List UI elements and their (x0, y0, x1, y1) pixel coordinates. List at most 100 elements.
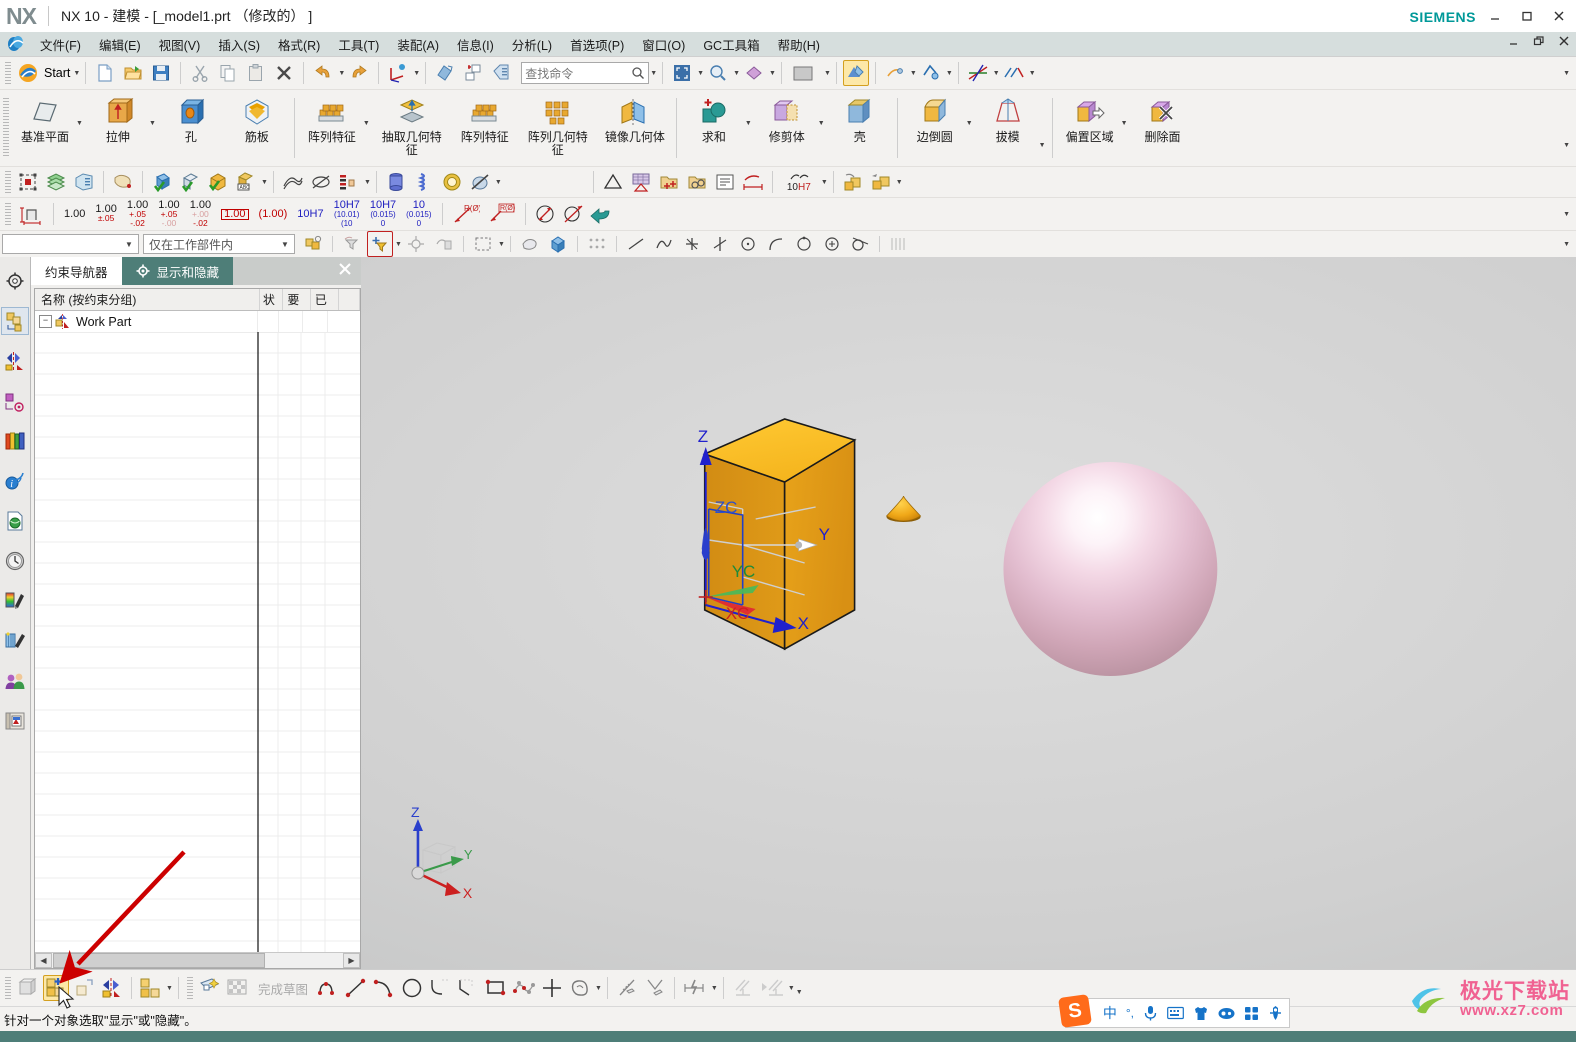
menu-preferences[interactable]: 首选项(P) (561, 33, 633, 56)
tol-reference[interactable]: (1.00) (259, 201, 288, 227)
menu-insert[interactable]: 插入(S) (209, 33, 269, 56)
move-to-layer-icon[interactable] (488, 60, 514, 86)
toolbar-grip[interactable] (5, 62, 11, 84)
datum-csys-icon[interactable] (965, 60, 991, 86)
blend-chevron-down-icon[interactable]: ▼ (966, 120, 973, 127)
menu-edit[interactable]: 编辑(E) (90, 33, 150, 56)
layer-category-icon[interactable] (71, 169, 97, 195)
type-filter-chevron-down-icon[interactable]: ▼ (122, 240, 136, 249)
resource-process-studio[interactable] (1, 707, 29, 735)
resource-library[interactable] (1, 427, 29, 455)
ribbon-mirror-geometry[interactable]: 镜像几何体 (600, 91, 670, 166)
doc-minimize-button[interactable] (1508, 35, 1520, 47)
tol-bilateral-3[interactable]: 1.00 +.00 -.02 (190, 199, 211, 227)
offset-chevron-down-icon[interactable]: ▼ (1121, 120, 1128, 127)
object-display-icon[interactable] (432, 60, 458, 86)
tol-fit-limits-3[interactable]: 10 (0.015) 0 (406, 199, 431, 228)
tangent-point-icon[interactable] (847, 231, 873, 257)
objname-chevron-down-icon[interactable]: ▼ (261, 179, 268, 186)
ribbon-edge-blend[interactable]: 边倒圆 (904, 91, 966, 166)
extrude-chevron-down-icon[interactable]: ▼ (149, 120, 156, 127)
spring-icon[interactable] (411, 169, 437, 195)
sketch-chamfer-icon[interactable] (455, 975, 481, 1001)
rect-select-icon[interactable] (470, 231, 496, 257)
text-note-icon[interactable] (712, 169, 738, 195)
search-command-box[interactable]: 查找命令 (521, 62, 650, 84)
ribbon-pattern-feature-2[interactable]: 阵列特征 (454, 91, 516, 166)
display-mode-icon[interactable] (15, 975, 41, 1001)
ime-emoji-icon[interactable] (1218, 1007, 1235, 1020)
spline-tool-icon[interactable] (651, 231, 677, 257)
radius-leader-2-icon[interactable]: R(Ø) (485, 201, 519, 227)
snap-move-icon[interactable] (403, 231, 429, 257)
tolerance-grip[interactable] (5, 203, 11, 225)
color-chevron-down-icon[interactable]: ▼ (364, 179, 371, 186)
menu-format[interactable]: 格式(R) (269, 33, 329, 56)
ribbon-hole[interactable]: 孔 (160, 91, 222, 166)
sketch-rectangle-icon[interactable] (483, 975, 509, 1001)
paste-icon[interactable] (243, 60, 269, 86)
search-input[interactable]: 查找命令 (525, 65, 631, 82)
ribbon-overflow-icon[interactable]: ▼ (1563, 142, 1570, 149)
start-menu-icon[interactable] (15, 60, 41, 86)
ribbon-draft[interactable]: 拔模 (977, 91, 1039, 166)
wcs-orient-icon[interactable] (385, 60, 411, 86)
hide-body-icon[interactable] (177, 169, 203, 195)
resource-part-navigator[interactable] (1, 347, 29, 375)
analysis-chevron-down-icon[interactable]: ▼ (946, 70, 953, 77)
minimize-button[interactable] (1486, 7, 1504, 25)
tol-sym[interactable]: 1.00 ±.05 (95, 201, 116, 227)
triangle-icon[interactable] (600, 169, 626, 195)
col-done[interactable]: 已 (311, 289, 340, 310)
maximize-button[interactable] (1518, 7, 1536, 25)
sketch-point-icon[interactable] (539, 975, 565, 1001)
expr-chevron-down-icon[interactable]: ▼ (1029, 70, 1036, 77)
constraint-chevron-down-icon[interactable]: ▼ (788, 985, 795, 992)
quick-trim-icon[interactable] (614, 975, 640, 1001)
draft-group-overflow-icon[interactable]: ▼ (1039, 142, 1046, 149)
trim-chevron-down-icon[interactable]: ▼ (818, 120, 825, 127)
wcs-chevron-down-icon[interactable]: ▼ (413, 70, 420, 77)
tol-bilateral-1[interactable]: 1.00 +.05 -.02 (127, 199, 148, 227)
quick-extend-icon[interactable] (642, 975, 668, 1001)
col-name[interactable]: 名称 (按约束分组) (35, 289, 260, 310)
move-component-icon[interactable] (868, 169, 894, 195)
close-panel-button[interactable] (337, 261, 353, 277)
pattern-chevron-down-icon[interactable]: ▼ (363, 120, 370, 127)
sketch-tools-grip[interactable] (186, 977, 193, 999)
sketch-spline-icon[interactable] (511, 975, 537, 1001)
layer-stack-icon[interactable] (43, 169, 69, 195)
new-file-icon[interactable] (92, 60, 118, 86)
type-filter-select[interactable]: ▼ (2, 234, 139, 254)
ime-skin-icon[interactable] (1193, 1006, 1209, 1021)
pmi-dimension-icon[interactable] (15, 201, 47, 227)
ime-apps-icon[interactable] (1244, 1006, 1259, 1021)
showall-chevron-down-icon[interactable]: ▼ (166, 985, 173, 992)
circle-tool-icon[interactable] (735, 231, 761, 257)
diameter-dim-2-icon[interactable] (560, 201, 586, 227)
scope-filter-select[interactable]: 仅在工作部件内 ▼ (143, 234, 295, 254)
ribbon-rib[interactable]: 筋板 (226, 91, 288, 166)
sketchbar-overflow-icon[interactable]: ▼ (796, 981, 803, 996)
assembly-chevron-down-icon[interactable]: ▼ (896, 179, 903, 186)
point-tool-icon[interactable] (679, 231, 705, 257)
diameter-dim-1-icon[interactable] (532, 201, 558, 227)
tolfeature-chevron-down-icon[interactable]: ▼ (821, 179, 828, 186)
reverse-show-hide-icon[interactable] (99, 975, 125, 1001)
ribbon-grip[interactable] (3, 98, 9, 158)
delete-icon[interactable] (271, 60, 297, 86)
col-required[interactable]: 要 (283, 289, 311, 310)
ribbon-unite[interactable]: 求和 (683, 91, 745, 166)
sketch-arc-icon[interactable] (371, 975, 397, 1001)
measure-chevron-down-icon[interactable]: ▼ (910, 70, 917, 77)
expand-collapse-icon[interactable]: − (39, 315, 52, 328)
redo-icon[interactable] (346, 60, 372, 86)
menu-file[interactable]: 文件(F) (31, 33, 90, 56)
make-constraint-icon[interactable] (758, 975, 786, 1001)
scroll-thumb[interactable] (53, 953, 265, 968)
arc-tool-icon[interactable] (763, 231, 789, 257)
ribbon-pattern-feature[interactable]: 阵列特征 (301, 91, 363, 166)
resource-system-materials[interactable] (1, 587, 29, 615)
menu-analysis[interactable]: 分析(L) (503, 33, 561, 56)
undo-dim-icon[interactable] (588, 201, 614, 227)
